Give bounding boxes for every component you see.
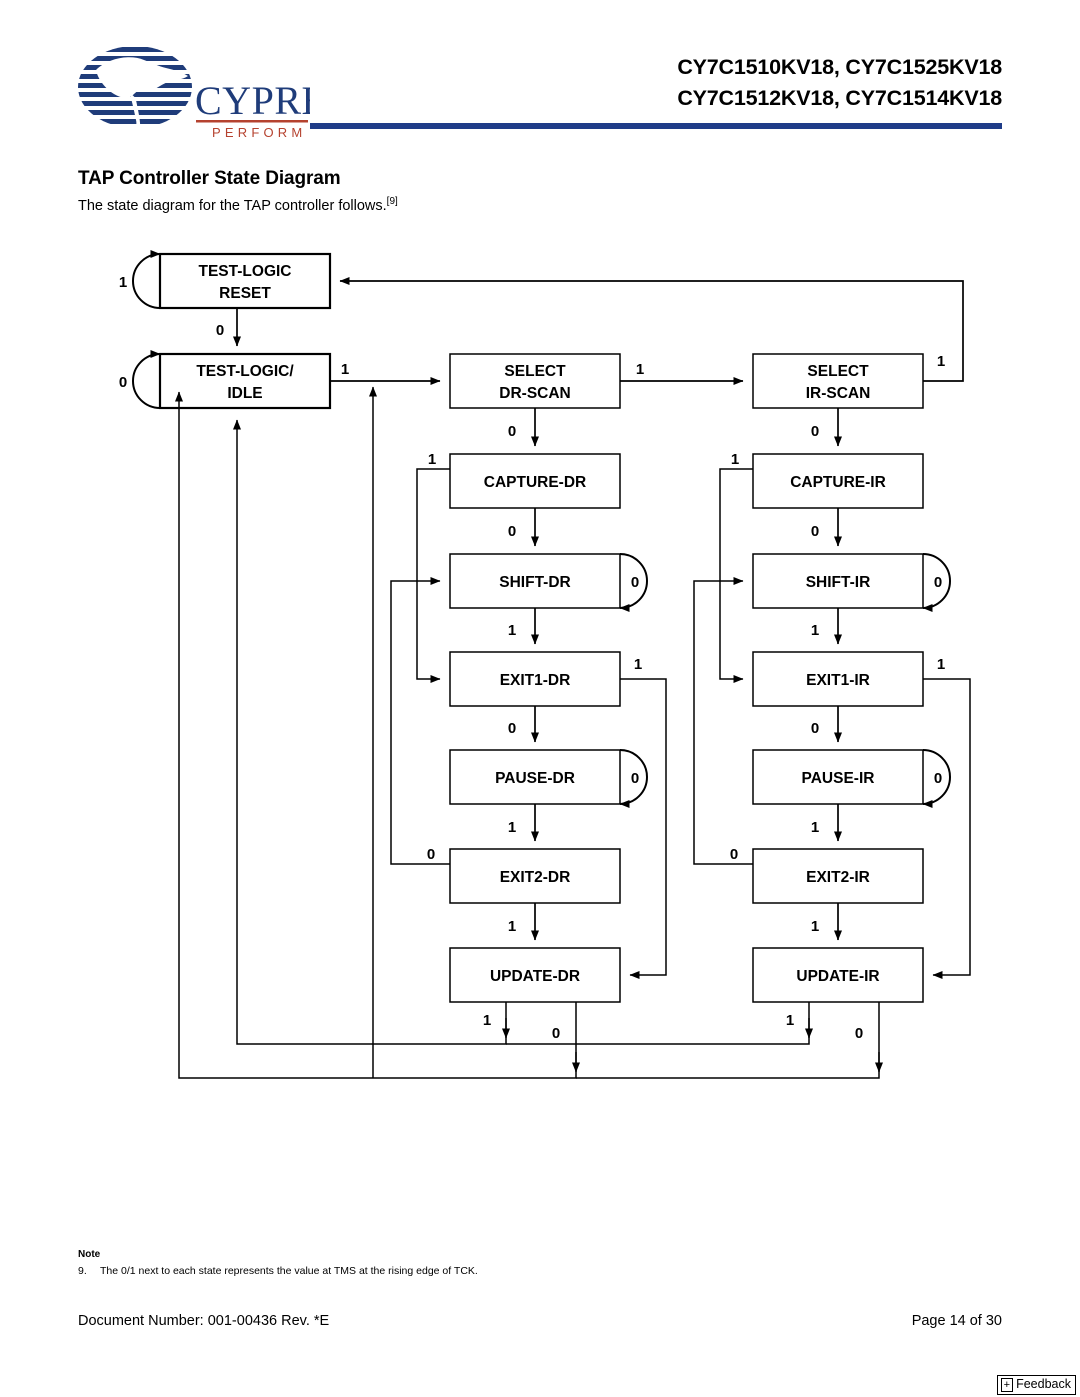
state-select-dr-scan-line2: DR-SCAN: [499, 385, 570, 402]
state-pause-dr: PAUSE-DR: [495, 770, 575, 787]
state-update-dr: UPDATE-DR: [490, 968, 580, 985]
label-shiftir-self: 0: [934, 574, 942, 591]
state-update-ir: UPDATE-IR: [796, 968, 879, 985]
state-test-logic-idle-line1: TEST-LOGIC/: [196, 363, 294, 380]
feedback-label: Feedback: [1016, 1377, 1071, 1391]
state-test-logic-reset-line2: RESET: [219, 285, 271, 302]
label-exit1dr-to-pausedr: 0: [508, 720, 516, 737]
section-intro: The state diagram for the TAP controller…: [78, 196, 398, 214]
label-capdr-to-shiftdr: 0: [508, 523, 516, 540]
label-pauseir-self: 0: [934, 770, 942, 787]
svg-text:CYPRESS: CYPRESS: [195, 78, 310, 123]
tap-controller-state-diagram: TEST-LOGIC RESET TEST-LOGIC/ IDLE SELECT…: [0, 232, 1080, 1112]
state-exit1-ir: EXIT1-IR: [806, 672, 870, 689]
label-tlr-to-idle: 0: [216, 322, 224, 339]
label-idle-self: 0: [119, 374, 127, 391]
state-pause-ir: PAUSE-IR: [802, 770, 875, 787]
label-pauseir-to-exit2ir: 1: [811, 819, 819, 836]
state-exit2-dr: EXIT2-DR: [500, 869, 571, 886]
state-test-logic-reset-line1: TEST-LOGIC: [199, 263, 292, 280]
label-updateir-to-idle: 1: [786, 1012, 794, 1029]
label-capir-to-shiftir: 0: [811, 523, 819, 540]
label-selir-to-capir: 0: [811, 423, 819, 440]
label-shiftir-to-exit1ir: 1: [811, 622, 819, 639]
label-seldr-to-selir: 1: [636, 361, 644, 378]
state-select-dr-scan-line1: SELECT: [504, 363, 566, 380]
section-title: TAP Controller State Diagram: [78, 168, 341, 189]
section-intro-text: The state diagram for the TAP controller…: [78, 197, 387, 214]
label-exit1ir-to-pauseir: 0: [811, 720, 819, 737]
label-exit2dr-to-shiftdr: 0: [427, 846, 435, 863]
label-tlr-self: 1: [119, 274, 127, 291]
label-capdr-to-exit1dr: 1: [428, 451, 436, 468]
page-number: Page 14 of 30: [911, 1313, 1002, 1329]
svg-text:PERFORM: PERFORM: [212, 125, 306, 140]
label-seldr-to-capdr: 0: [508, 423, 516, 440]
label-exit2dr-to-updatedr: 1: [508, 918, 516, 935]
part-numbers-line-1: CY7C1510KV18, CY7C1525KV18: [677, 55, 1002, 79]
label-pausedr-to-exit2dr: 1: [508, 819, 516, 836]
label-updatedr-to-idle: 1: [483, 1012, 491, 1029]
document-number: Document Number: 001-00436 Rev. *E: [78, 1313, 330, 1329]
label-capir-to-exit1ir: 1: [731, 451, 739, 468]
note-number: 9.: [78, 1265, 87, 1277]
state-exit1-dr: EXIT1-DR: [500, 672, 571, 689]
state-shift-ir: SHIFT-IR: [806, 574, 871, 591]
part-number-header: CY7C1510KV18, CY7C1525KV18 CY7C1512KV18,…: [677, 52, 1002, 114]
label-pausedr-self: 0: [631, 770, 639, 787]
label-exit2ir-to-updateir: 1: [811, 918, 819, 935]
label-updateir-to-seldr: 0: [855, 1025, 863, 1042]
section-intro-footnote: [9]: [386, 196, 398, 207]
state-capture-dr: CAPTURE-DR: [484, 474, 586, 491]
state-exit2-ir: EXIT2-IR: [806, 869, 870, 886]
label-exit1ir-to-updateir: 1: [937, 656, 945, 673]
datasheet-page: CYPRESS PERFORM CY7C1510KV18, CY7C1525KV…: [0, 0, 1080, 1397]
header-rule: [310, 123, 1002, 129]
feedback-button[interactable]: + Feedback: [996, 1375, 1076, 1395]
page-header: CYPRESS PERFORM CY7C1510KV18, CY7C1525KV…: [0, 0, 1080, 150]
label-exit1dr-to-updatedr: 1: [634, 656, 642, 673]
note-heading: Note: [78, 1249, 101, 1260]
label-idle-to-seldr: 1: [341, 361, 349, 378]
part-numbers-line-2: CY7C1512KV18, CY7C1514KV18: [677, 86, 1002, 110]
state-select-ir-scan-line2: IR-SCAN: [806, 385, 871, 402]
label-selir-to-tlr: 1: [937, 353, 945, 370]
note-text: The 0/1 next to each state represents th…: [100, 1265, 478, 1277]
label-shiftdr-to-exit1dr: 1: [508, 622, 516, 639]
plus-icon: +: [1000, 1378, 1014, 1392]
note-item: 9. The 0/1 next to each state represents …: [78, 1265, 478, 1277]
state-capture-ir: CAPTURE-IR: [790, 474, 886, 491]
state-select-ir-scan-line1: SELECT: [807, 363, 869, 380]
state-test-logic-idle-line2: IDLE: [227, 385, 262, 402]
state-shift-dr: SHIFT-DR: [499, 574, 570, 591]
label-shiftdr-self: 0: [631, 574, 639, 591]
cypress-logo: CYPRESS PERFORM: [78, 42, 310, 140]
label-exit2ir-to-shiftir: 0: [730, 846, 738, 863]
label-updatedr-to-seldr: 0: [552, 1025, 560, 1042]
